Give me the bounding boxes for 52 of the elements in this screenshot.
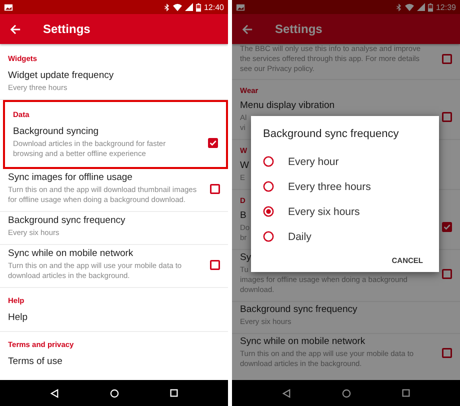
checkbox[interactable] [442, 112, 452, 122]
checkbox[interactable] [442, 268, 452, 278]
setting-title[interactable]: Sync while on mobile network [240, 336, 366, 347]
setting-title[interactable]: Sync while on mobile network [8, 248, 134, 259]
setting-title[interactable]: B [240, 210, 246, 221]
recents-icon[interactable] [170, 389, 178, 397]
radio-button[interactable] [263, 156, 274, 167]
home-icon[interactable] [342, 388, 351, 398]
setting-title[interactable]: Background syncing [13, 126, 99, 137]
setting-title[interactable]: W [240, 160, 249, 171]
checkbox[interactable] [210, 184, 220, 194]
option-label[interactable]: Daily [288, 230, 312, 242]
back-arrow-icon[interactable] [242, 24, 253, 34]
setting-title[interactable]: Menu display vibration [240, 100, 335, 111]
option-label[interactable]: Every hour [288, 156, 339, 168]
checkbox[interactable] [210, 260, 220, 270]
status-time: 12:39 [436, 2, 456, 12]
option-label[interactable]: Every six hours [288, 206, 360, 218]
radio-button[interactable] [263, 181, 274, 192]
checkbox[interactable] [442, 54, 452, 64]
setting-title[interactable]: Sy [240, 252, 252, 263]
setting-title[interactable]: Sync images for offline usage [8, 172, 132, 183]
back-icon[interactable] [50, 388, 60, 398]
image-icon [236, 2, 245, 12]
battery-icon [428, 2, 433, 12]
signal-icon [184, 3, 193, 11]
recents-icon[interactable] [402, 389, 410, 397]
dialog-title: Background sync frequency [263, 128, 400, 140]
back-icon[interactable] [282, 388, 292, 398]
bluetooth-icon [396, 2, 402, 12]
setting-title[interactable]: Terms of use [8, 356, 62, 367]
home-icon[interactable] [110, 388, 119, 398]
status-time: 12:40 [204, 2, 224, 12]
setting-title[interactable]: Widget update frequency [8, 70, 114, 81]
setting-title[interactable]: Help [8, 312, 28, 323]
wifi-icon [172, 2, 182, 12]
option-label[interactable]: Every three hours [288, 180, 371, 192]
setting-title[interactable]: Background sync frequency [240, 304, 358, 315]
screen-title: Settings [275, 22, 322, 36]
setting-title[interactable]: Background sync frequency [8, 215, 126, 226]
battery-icon [196, 2, 201, 12]
image-icon [4, 2, 13, 12]
checkbox[interactable] [442, 222, 452, 232]
radio-button[interactable] [263, 231, 274, 242]
bluetooth-icon [164, 2, 170, 12]
checkbox[interactable] [442, 348, 452, 358]
checkbox[interactable] [208, 138, 218, 148]
screen-title: Settings [43, 22, 90, 36]
wifi-icon [404, 2, 414, 12]
radio-button[interactable] [263, 206, 274, 217]
signal-icon [416, 3, 425, 11]
back-arrow-icon[interactable] [10, 24, 21, 34]
